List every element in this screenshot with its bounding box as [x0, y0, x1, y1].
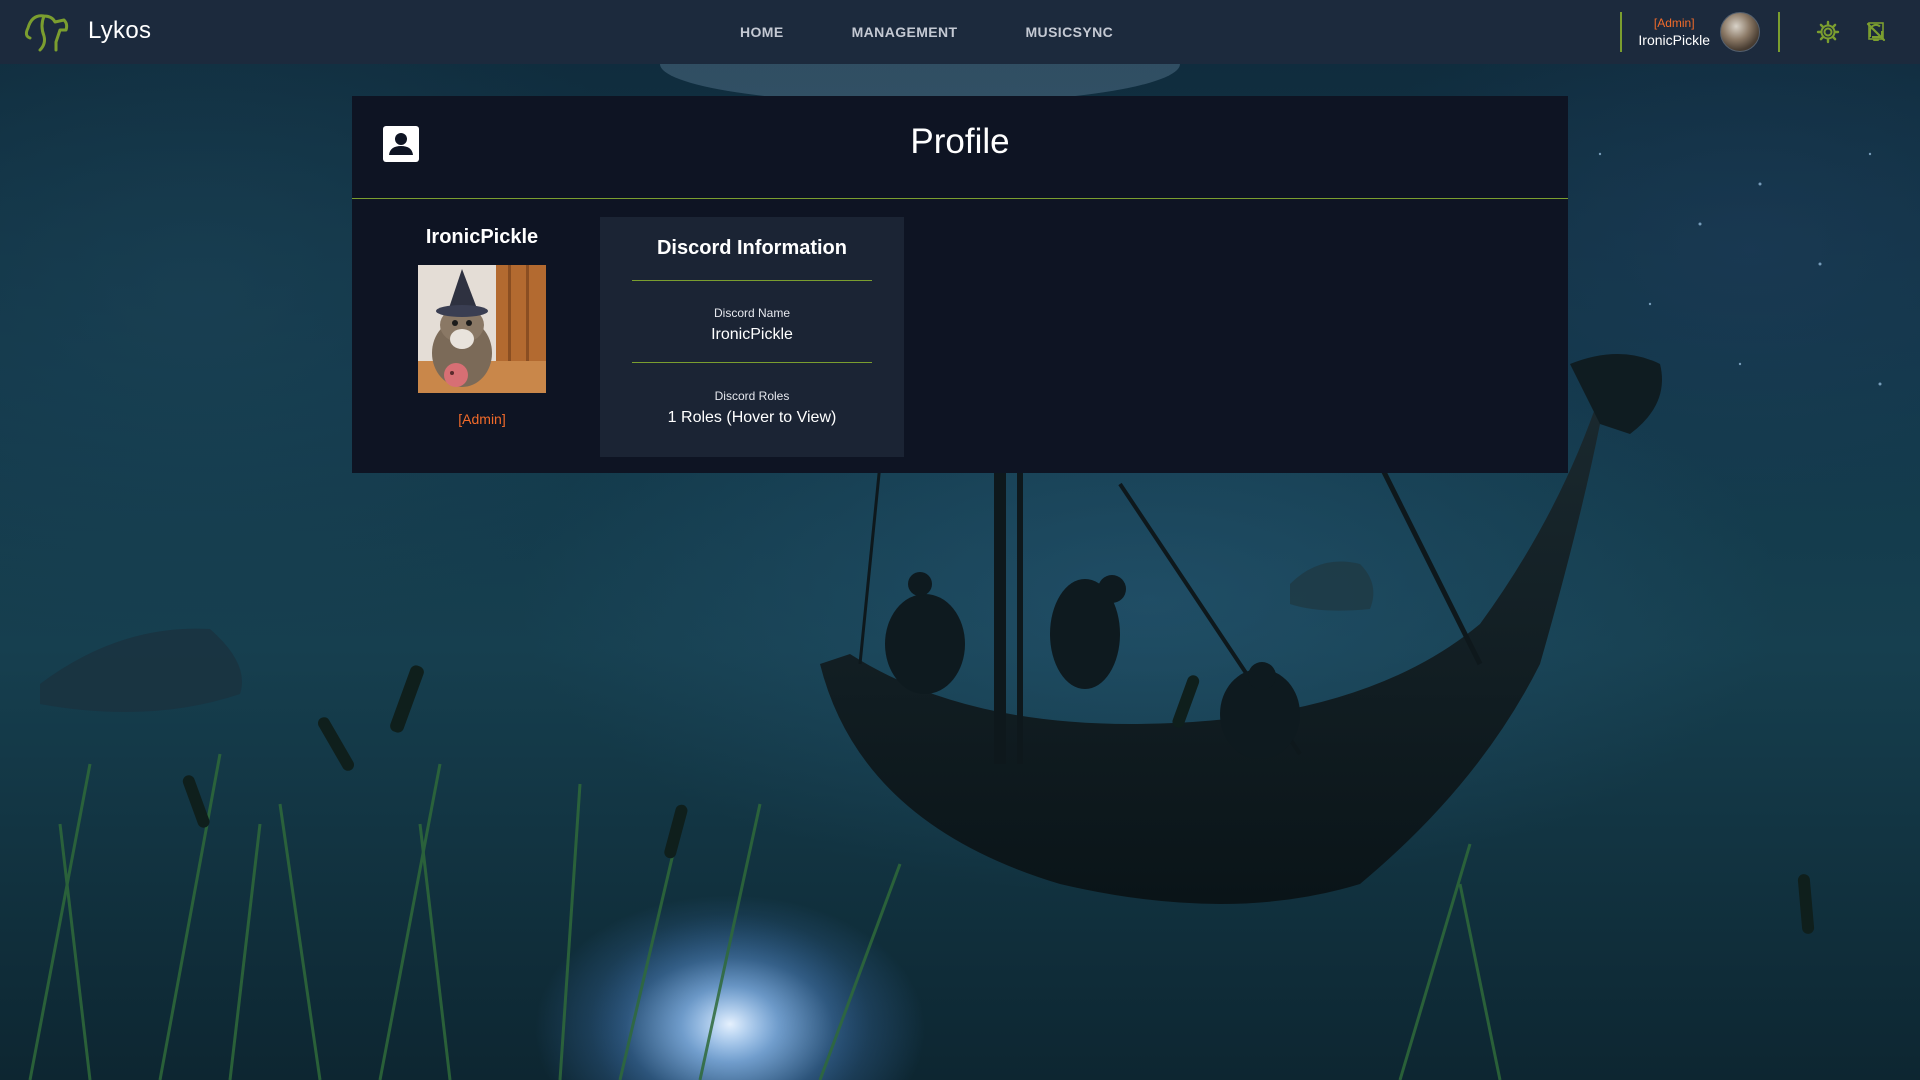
user-text: [Admin] IronicPickle	[1638, 16, 1710, 48]
user-menu[interactable]: [Admin] IronicPickle	[1622, 12, 1778, 52]
app-name: Lykos	[88, 17, 152, 44]
nav-right: [Admin] IronicPickle	[1620, 0, 1920, 64]
discord-name-label: Discord Name	[713, 306, 791, 320]
cat-with-wizard-hat-image	[418, 265, 546, 393]
page-title: Profile	[910, 122, 1010, 161]
nav-musicsync[interactable]: MUSICSYNC	[1026, 24, 1114, 40]
top-navbar: Lykos HOME MANAGEMENT MUSICSYNC [Admin] …	[0, 0, 1920, 64]
discord-name-value: IronicPickle	[711, 326, 793, 343]
user-role: [Admin]	[1653, 16, 1695, 30]
notifications-button[interactable]	[1862, 18, 1890, 46]
profile-summary: IronicPickle [Admin]	[372, 226, 592, 427]
gear-icon	[1816, 20, 1840, 44]
discord-roles-value[interactable]: 1 Roles (Hover to View)	[600, 409, 904, 427]
profile-name: IronicPickle	[425, 226, 539, 248]
nav-management[interactable]: MANAGEMENT	[852, 24, 958, 40]
avatar[interactable]	[1720, 12, 1760, 52]
main-nav: HOME MANAGEMENT MUSICSYNC	[740, 0, 1181, 64]
nav-home[interactable]: HOME	[740, 24, 784, 40]
brand[interactable]: Lykos	[22, 8, 151, 54]
card-header: Profile	[352, 96, 1568, 199]
profile-role: [Admin]	[458, 411, 506, 427]
info-divider	[632, 362, 872, 363]
discord-info-card: Discord Information Discord Name IronicP…	[600, 217, 904, 457]
profile-card: Profile IronicPickle [Admin] Discord Inf…	[352, 96, 1568, 473]
navbar-icons	[1780, 18, 1920, 46]
settings-button[interactable]	[1814, 18, 1842, 46]
notifications-off-icon	[1866, 22, 1886, 42]
profile-picture	[418, 265, 546, 393]
user-name: IronicPickle	[1638, 32, 1710, 48]
info-divider	[632, 280, 872, 281]
discord-roles-label: Discord Roles	[714, 389, 790, 403]
discord-info-title: Discord Information	[656, 237, 847, 259]
dog-logo-icon	[24, 14, 69, 52]
